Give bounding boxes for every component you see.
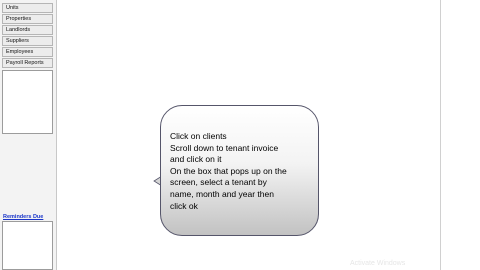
- sidebar-panel: [2, 70, 53, 134]
- sidebar: Units Properties Landlords Suppliers Emp…: [0, 0, 57, 270]
- sidebar-item-label: Units: [6, 5, 19, 11]
- sidebar-item-units[interactable]: Units: [2, 3, 53, 13]
- sidebar-item-label: Landlords: [6, 27, 31, 33]
- sidebar-item-label: Properties: [6, 16, 32, 22]
- sidebar-item-payroll-reports[interactable]: Payroll Reports: [2, 58, 53, 68]
- sidebar-item-employees[interactable]: Employees: [2, 47, 53, 57]
- activate-windows-watermark: Activate Windows: [350, 260, 406, 267]
- sidebar-item-suppliers[interactable]: Suppliers: [2, 36, 53, 46]
- sidebar-item-label: Payroll Reports: [6, 60, 44, 66]
- sidebar-item-label: Suppliers: [6, 38, 29, 44]
- sidebar-item-landlords[interactable]: Landlords: [2, 25, 53, 35]
- sidebar-item-label: Employees: [6, 49, 34, 55]
- window-divider: [440, 0, 441, 270]
- reminders-due-link[interactable]: Reminders Due: [3, 214, 43, 220]
- callout-text: Click on clients Scroll down to tenant i…: [170, 131, 287, 211]
- sidebar-item-properties[interactable]: Properties: [2, 14, 53, 24]
- reminders-panel: [2, 221, 53, 270]
